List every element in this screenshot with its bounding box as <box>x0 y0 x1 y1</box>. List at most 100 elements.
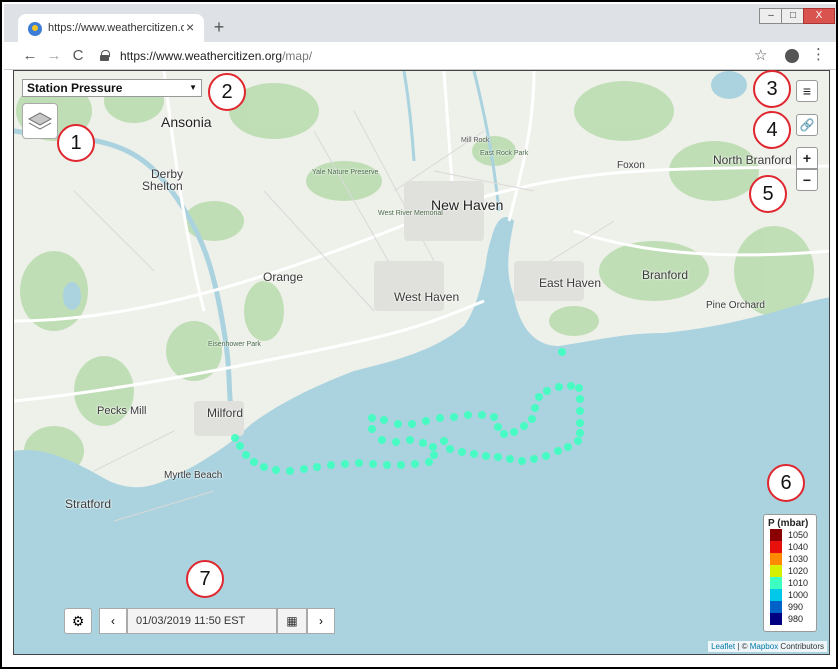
observation-point[interactable] <box>231 434 239 442</box>
observation-point[interactable] <box>464 411 472 419</box>
address-bar[interactable]: https://www.weathercitizen.org/map/ <box>120 49 312 63</box>
observation-point[interactable] <box>313 463 321 471</box>
observation-point[interactable] <box>458 448 466 456</box>
observation-point[interactable] <box>576 429 584 437</box>
window-close-button[interactable]: X <box>803 8 835 24</box>
layers-button[interactable] <box>22 103 58 139</box>
window-minimize-button[interactable]: – <box>759 8 783 24</box>
observation-point[interactable] <box>555 383 563 391</box>
back-arrow-icon[interactable]: ← <box>20 46 40 66</box>
observation-point[interactable] <box>543 387 551 395</box>
observation-point[interactable] <box>397 461 405 469</box>
observation-point[interactable] <box>430 451 438 459</box>
previous-time-button[interactable]: ‹ <box>99 608 127 634</box>
date-time-field[interactable]: 01/03/2019 11:50 EST <box>127 608 277 634</box>
observation-point[interactable] <box>470 450 478 458</box>
observation-point[interactable] <box>510 428 518 436</box>
observation-point[interactable] <box>300 465 308 473</box>
browser-menu-icon[interactable]: ⋮ <box>811 45 826 63</box>
observation-point[interactable] <box>446 445 454 453</box>
leaflet-link[interactable]: Leaflet <box>711 642 735 651</box>
observation-point[interactable] <box>518 457 526 465</box>
profile-avatar-icon[interactable] <box>785 49 799 63</box>
observation-point[interactable] <box>528 415 536 423</box>
layers-icon <box>27 112 53 130</box>
observation-point[interactable] <box>576 407 584 415</box>
observation-point[interactable] <box>478 411 486 419</box>
observation-point[interactable] <box>429 443 437 451</box>
zoom-in-button[interactable]: + <box>796 147 818 169</box>
place-pecks-mill: Pecks Mill <box>97 405 147 417</box>
observation-point[interactable] <box>576 419 584 427</box>
reload-icon[interactable]: C <box>68 46 88 66</box>
observation-point[interactable] <box>535 393 543 401</box>
observation-point[interactable] <box>250 458 258 466</box>
tab-close-icon[interactable]: × <box>186 19 194 35</box>
observation-point[interactable] <box>422 417 430 425</box>
place-west-river-memorial: West River Memorial <box>378 210 443 217</box>
observation-point[interactable] <box>450 413 458 421</box>
observation-point[interactable] <box>368 414 376 422</box>
observation-point[interactable] <box>530 455 538 463</box>
list-menu-button[interactable]: ≡ <box>796 80 818 102</box>
legend-swatch <box>770 577 782 589</box>
observation-point[interactable] <box>567 382 575 390</box>
observation-point[interactable] <box>260 463 268 471</box>
browser-tab[interactable]: https://www.weathercitizen.org/map/ × <box>18 14 204 44</box>
screenshot-frame: https://www.weathercitizen.org/map/ × + … <box>0 0 838 669</box>
observation-point[interactable] <box>380 416 388 424</box>
observation-point[interactable] <box>425 458 433 466</box>
gear-icon[interactable]: ⚙ <box>64 608 92 634</box>
observation-point[interactable] <box>286 467 294 475</box>
observation-point[interactable] <box>482 452 490 460</box>
observation-point[interactable] <box>419 439 427 447</box>
zoom-out-button[interactable]: − <box>796 169 818 191</box>
observation-point[interactable] <box>368 425 376 433</box>
observation-point[interactable] <box>242 451 250 459</box>
mapbox-link[interactable]: Mapbox <box>750 642 778 651</box>
observation-point[interactable] <box>506 455 514 463</box>
observation-point[interactable] <box>490 413 498 421</box>
observation-point[interactable] <box>554 447 562 455</box>
observation-point[interactable] <box>327 461 335 469</box>
new-tab-button[interactable]: + <box>209 18 229 38</box>
observation-point[interactable] <box>236 442 244 450</box>
observation-point[interactable] <box>440 437 448 445</box>
observation-point[interactable] <box>406 436 414 444</box>
observation-point[interactable] <box>394 420 402 428</box>
observation-point[interactable] <box>564 443 572 451</box>
observation-point[interactable] <box>520 422 528 430</box>
observation-point[interactable] <box>494 423 502 431</box>
bookmark-star-icon[interactable]: ☆ <box>754 46 767 64</box>
observation-point[interactable] <box>272 466 280 474</box>
observation-point[interactable] <box>369 460 377 468</box>
calendar-icon[interactable]: ▦ <box>277 608 307 634</box>
lock-icon[interactable] <box>100 50 110 61</box>
observation-point[interactable] <box>500 430 508 438</box>
observation-point[interactable] <box>574 437 582 445</box>
observation-point[interactable] <box>531 404 539 412</box>
place-orange: Orange <box>263 270 304 284</box>
observation-point[interactable] <box>408 420 416 428</box>
legend-swatch <box>770 601 782 613</box>
observation-point[interactable] <box>378 436 386 444</box>
observation-point[interactable] <box>576 395 584 403</box>
observation-point[interactable] <box>355 459 363 467</box>
observation-point[interactable] <box>341 460 349 468</box>
link-icon[interactable]: 🔗 <box>796 114 818 136</box>
observation-point[interactable] <box>575 384 583 392</box>
window-maximize-button[interactable]: □ <box>781 8 805 24</box>
next-time-button[interactable]: › <box>307 608 335 634</box>
observation-point[interactable] <box>436 414 444 422</box>
variable-select[interactable]: Station Pressure ▼ <box>22 79 202 97</box>
observation-point[interactable] <box>392 438 400 446</box>
observation-point[interactable] <box>558 348 566 356</box>
map-view[interactable]: Ansonia Derby Shelton New Haven North Br… <box>13 70 830 655</box>
forward-arrow-icon[interactable]: → <box>44 46 64 66</box>
observation-point[interactable] <box>383 461 391 469</box>
observation-point[interactable] <box>411 460 419 468</box>
attribution-separator: | © <box>735 642 750 651</box>
observation-point[interactable] <box>542 452 550 460</box>
observation-point[interactable] <box>494 453 502 461</box>
place-myrtle-beach: Myrtle Beach <box>164 470 223 481</box>
